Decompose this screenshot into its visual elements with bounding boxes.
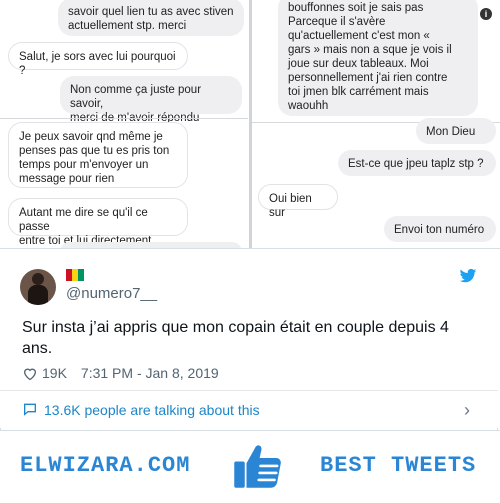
message-line: Autant me dire se qu'il ce passe xyxy=(19,207,148,233)
message-line: joue sur deux tableaux. Moi xyxy=(288,58,429,70)
message-line: gars » mais non a sque je vois il xyxy=(288,44,452,56)
message-line: savoir quel lien tu as avec stiven xyxy=(68,6,234,18)
message-line: Je peux savoir qnd même je xyxy=(19,131,163,143)
message-line: Mon Dieu xyxy=(426,126,476,138)
flag-stripe-green xyxy=(78,269,84,281)
message-line: Envoi ton numéro xyxy=(394,224,485,236)
brand-name[interactable]: ELWIZARA.COM xyxy=(20,453,190,478)
thumbs-up-icon xyxy=(234,445,281,488)
talking-row[interactable]: 13.6K people are talking about this › xyxy=(0,390,498,429)
footer-banner: ELWIZARA.COM BEST TWEETS xyxy=(0,430,500,503)
message-line: toi jmen blk carrément mais xyxy=(288,86,429,98)
tweet-text: Sur insta j’ai appris que mon copain éta… xyxy=(22,319,449,357)
message-bubble: Autant me dire se qu'il ce passe entre t… xyxy=(8,198,188,247)
message-bubble: Non comme ça juste pour savoir, merci de… xyxy=(60,76,242,124)
talking-label[interactable]: 13.6K people are talking about this xyxy=(44,402,260,418)
message-line: Est-ce que jpeu taplz stp ? xyxy=(348,158,484,170)
message-line: Salut, je sors avec lui pourquoi ? xyxy=(19,51,176,77)
message-bubble: Je peux savoir qnd même je penses pas qu… xyxy=(8,122,188,188)
screenshots-area: savoir quel lien tu as avec stiven actue… xyxy=(0,0,500,248)
avatar[interactable] xyxy=(20,269,56,305)
message-bubble: savoir quel lien tu as avec stiven actue… xyxy=(58,0,244,36)
message-bubble: Envoi ton numéro xyxy=(384,216,496,242)
tweet-meta: 19K 7:31 PM - Jan 8, 2019 xyxy=(22,365,219,381)
message-line: actuellement stp. merci xyxy=(68,20,187,32)
message-line: penses pas que tu es pris ton xyxy=(19,145,170,157)
message-line: qu'actuellement c'est mon « xyxy=(288,30,430,42)
message-bubble: Salut, je sors avec lui pourquoi ? xyxy=(8,42,188,77)
chat-panel-right: i bouffonnes soit je sais pas Parceque i… xyxy=(252,0,500,248)
speech-bubble-icon xyxy=(24,403,36,416)
message-line: temps pour m'envoyer un xyxy=(19,159,149,171)
message-line: waouhh xyxy=(288,100,329,112)
message-bubble: Mon Dieu xyxy=(416,118,496,144)
twitter-bird-icon[interactable] xyxy=(458,267,478,285)
chat-panel-left: savoir quel lien tu as avec stiven actue… xyxy=(0,0,248,248)
message-bubble: bouffonnes soit je sais pas Parceque il … xyxy=(278,0,478,116)
user-handle[interactable]: @numero7__ xyxy=(66,285,157,302)
message-bubble: Oui bien sur xyxy=(258,184,338,219)
message-bubble: Est-ce que jpeu taplz stp ? xyxy=(338,150,496,176)
tweet-timestamp[interactable]: 7:31 PM - Jan 8, 2019 xyxy=(81,365,219,381)
best-tweets-label: BEST TWEETS xyxy=(320,453,477,478)
message-line: Non comme ça juste pour savoir, xyxy=(70,84,202,110)
info-icon[interactable]: i xyxy=(480,8,492,20)
guinea-flag-icon xyxy=(66,269,84,281)
message-line: bouffonnes soit je sais pas xyxy=(288,2,424,14)
panel-divider xyxy=(0,118,248,119)
message-line: Oui bien sur xyxy=(269,193,312,219)
message-line: message pour rien xyxy=(19,173,115,185)
heart-icon[interactable] xyxy=(22,366,38,381)
like-count[interactable]: 19K xyxy=(42,365,67,381)
message-line: Parceque il s'avère xyxy=(288,16,386,28)
chevron-right-icon[interactable]: › xyxy=(464,400,470,421)
message-line: personnellement j'ai rien contre xyxy=(288,72,448,84)
